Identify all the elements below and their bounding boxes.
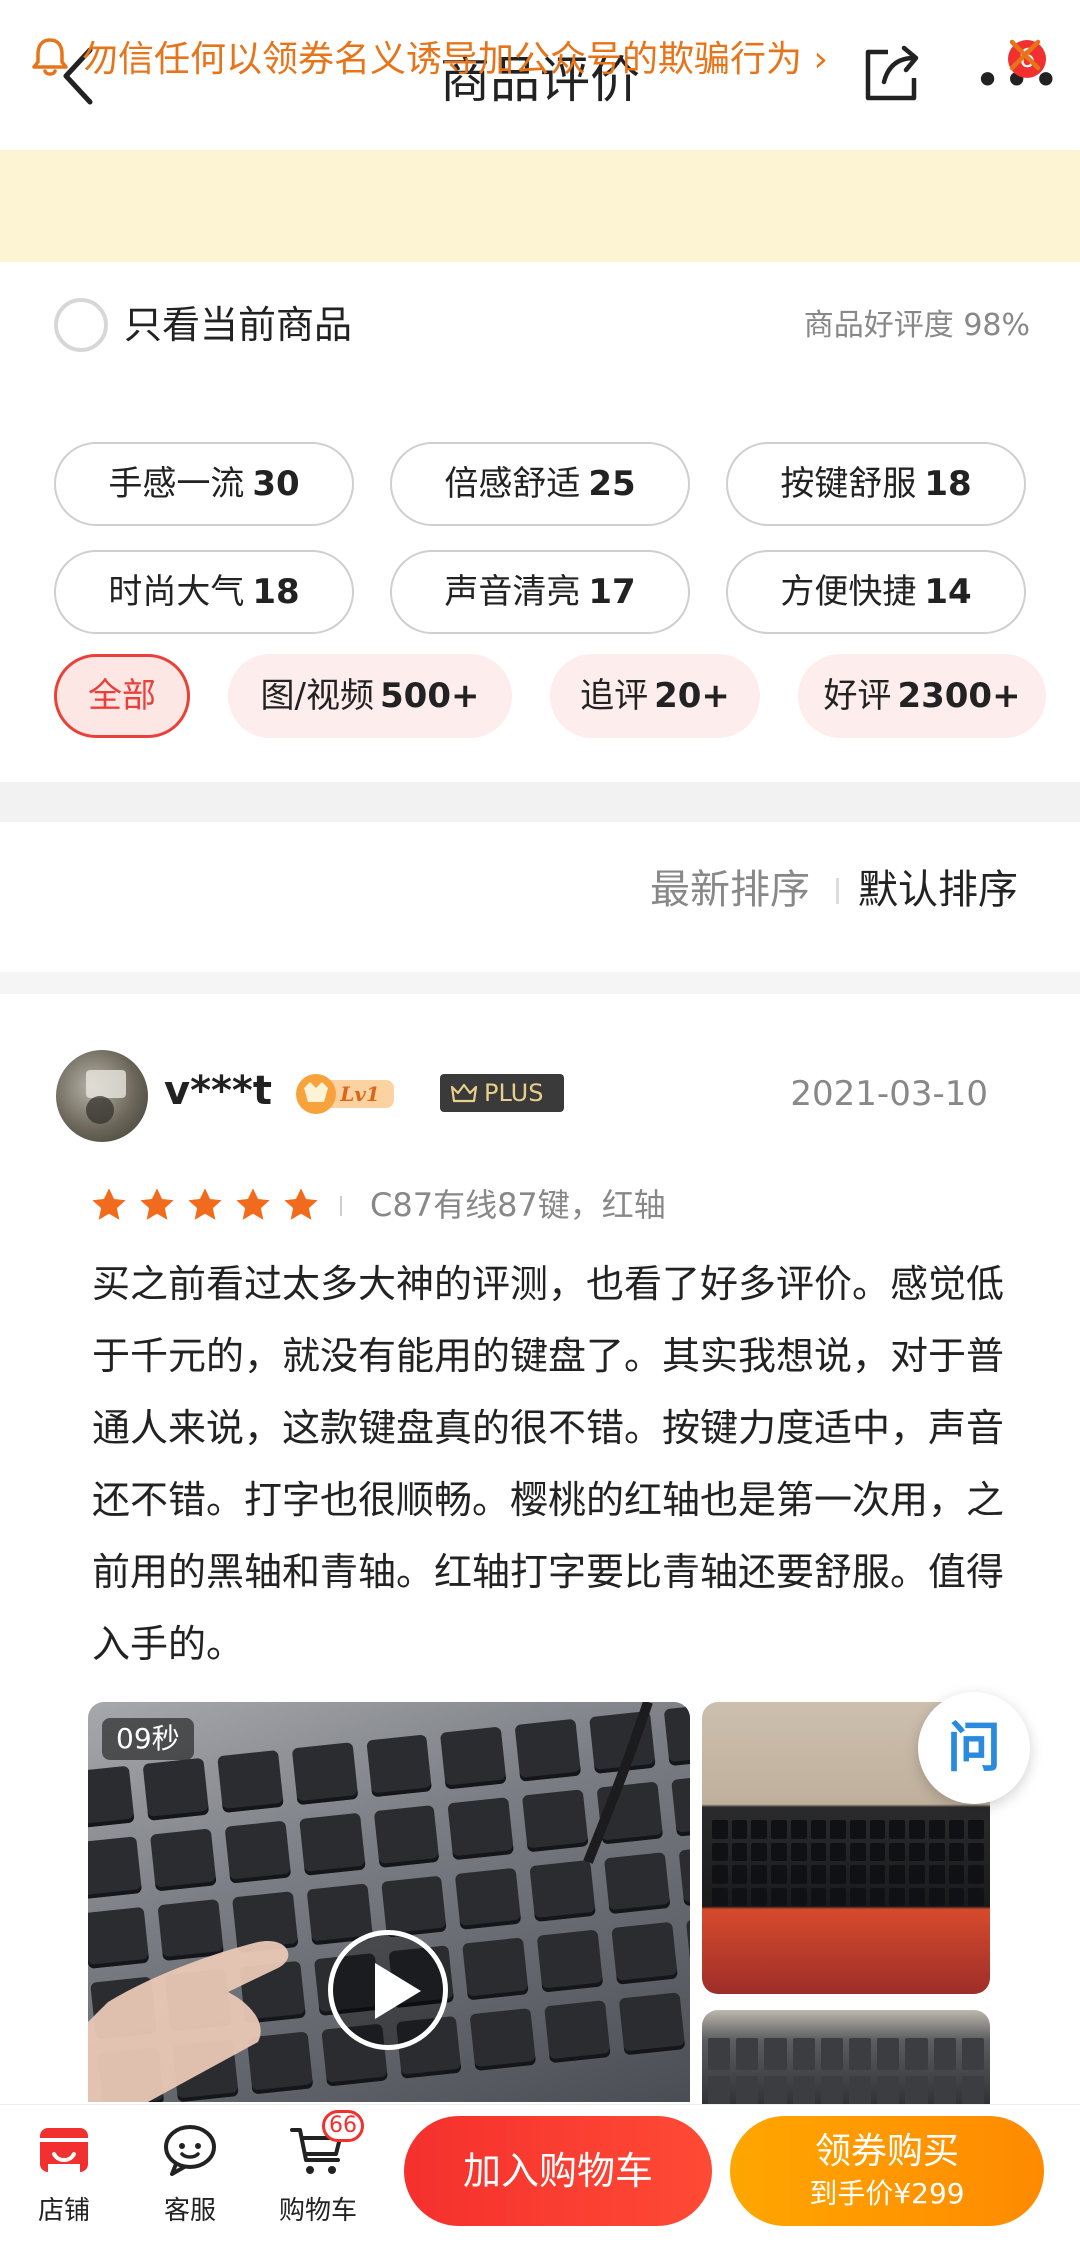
tag-label: 倍感舒适	[444, 464, 581, 504]
tag-chip[interactable]: 方便快捷 14	[726, 550, 1026, 634]
star-icon	[284, 1188, 318, 1220]
share-button[interactable]	[858, 42, 928, 108]
sort-divider	[836, 878, 839, 904]
star-icon	[188, 1188, 222, 1220]
play-icon	[375, 1963, 421, 2019]
section-divider	[0, 972, 1080, 994]
close-notice-button[interactable]	[1000, 30, 1050, 80]
sort-latest-button[interactable]: 最新排序	[650, 862, 810, 918]
tag-count: 14	[924, 572, 972, 612]
tag-chip[interactable]: 时尚大气 18	[54, 550, 354, 634]
spec-divider	[340, 1196, 342, 1216]
chat-icon	[164, 2125, 216, 2176]
filter-pill-media[interactable]: 图/视频 500+	[228, 654, 512, 738]
pill-label: 图/视频	[260, 676, 374, 716]
tag-count: 17	[588, 572, 636, 612]
only-current-label[interactable]: 只看当前商品	[124, 298, 352, 352]
ask-question-button[interactable]: 问	[918, 1692, 1030, 1804]
filter-pill-positive[interactable]: 好评 2300+	[798, 654, 1046, 738]
ask-icon: 问	[947, 1716, 1001, 1779]
rating-summary: 商品好评度 98%	[803, 308, 1030, 343]
tag-count: 25	[588, 464, 636, 504]
cart-button[interactable]: 66 购物车	[258, 2110, 378, 2240]
star-icon	[236, 1188, 270, 1220]
coupon-buy-button[interactable]: 领券购买 到手价¥299	[730, 2116, 1044, 2226]
keyboard-photo	[712, 1820, 984, 1906]
fraud-notice-banner[interactable]	[0, 150, 1080, 262]
reviewer-name[interactable]: v***t	[164, 1068, 272, 1114]
tag-count: 18	[252, 572, 300, 612]
notice-message: 勿信任何以领券名义诱导加公众号的欺骗行为	[82, 39, 803, 80]
tag-chip[interactable]: 手感一流 30	[54, 442, 354, 526]
filter-pill-all[interactable]: 全部	[54, 654, 190, 738]
purchased-spec: C87有线87键，红轴	[370, 1186, 666, 1224]
chevron-right-icon: ›	[802, 39, 828, 80]
tag-label: 时尚大气	[108, 572, 245, 612]
pill-count: 500+	[380, 676, 480, 716]
sort-default-button[interactable]: 默认排序	[858, 862, 1018, 918]
avatar[interactable]	[56, 1050, 148, 1142]
play-button[interactable]	[328, 1930, 448, 2050]
tag-chip[interactable]: 倍感舒适 25	[390, 442, 690, 526]
tag-count: 18	[924, 464, 972, 504]
plus-member-badge: PLUS	[440, 1074, 564, 1112]
plus-label: PLUS	[484, 1079, 544, 1107]
customer-service-button[interactable]: 客服	[130, 2110, 250, 2240]
user-level-badge: Lv1	[290, 1068, 400, 1118]
star-icon	[140, 1188, 174, 1220]
section-divider	[0, 782, 1080, 822]
final-price-label: 到手价¥299	[809, 2177, 965, 2210]
tag-label: 手感一流	[108, 464, 245, 504]
pill-label: 追评	[580, 676, 649, 716]
star-icon	[92, 1188, 126, 1220]
pill-label: 全部	[88, 676, 156, 716]
tag-label: 声音清亮	[444, 572, 581, 612]
shop-label: 店铺	[37, 2196, 90, 2226]
level-text: Lv1	[339, 1082, 380, 1106]
video-duration: 09秒	[102, 1718, 194, 1760]
review-body[interactable]: 买之前看过太多大神的评测，也看了好多评价。感觉低于千元的，就没有能用的键盘了。其…	[92, 1248, 1012, 1680]
review-video[interactable]: 09秒	[88, 1702, 690, 2102]
bell-icon	[30, 34, 70, 78]
pill-count: 2300+	[897, 676, 1021, 716]
cart-label: 购物车	[278, 2196, 357, 2226]
star-rating	[88, 1184, 322, 1226]
avatar-image	[86, 1070, 126, 1124]
close-icon	[1009, 39, 1041, 71]
level-icon: Lv1	[296, 1074, 394, 1114]
tag-label: 方便快捷	[780, 572, 917, 612]
shop-icon	[40, 2128, 88, 2172]
shop-button[interactable]: 店铺	[4, 2110, 124, 2240]
tag-label: 按键舒服	[780, 464, 917, 504]
buy-main-label: 领券购买	[814, 2131, 959, 2172]
tag-chip[interactable]: 声音清亮 17	[390, 550, 690, 634]
keyboard-photo	[708, 2038, 984, 2108]
tag-chip[interactable]: 按键舒服 18	[726, 442, 1026, 526]
review-photo-thumbnail[interactable]	[702, 2010, 990, 2110]
add-to-cart-button[interactable]: 加入购物车	[404, 2116, 712, 2226]
pill-count: 20+	[654, 676, 730, 716]
share-icon	[865, 45, 919, 101]
review-date: 2021-03-10	[790, 1074, 988, 1114]
notice-text[interactable]: 勿信任何以领券名义诱导加公众号的欺骗行为 ›	[82, 30, 828, 82]
filter-pill-followup[interactable]: 追评 20+	[550, 654, 760, 738]
service-label: 客服	[163, 2196, 216, 2226]
cart-count-badge: 66	[322, 2110, 364, 2142]
crown-icon	[450, 1083, 478, 1103]
only-current-radio[interactable]	[54, 298, 108, 352]
pill-label: 好评	[823, 676, 892, 716]
tag-count: 30	[252, 464, 300, 504]
